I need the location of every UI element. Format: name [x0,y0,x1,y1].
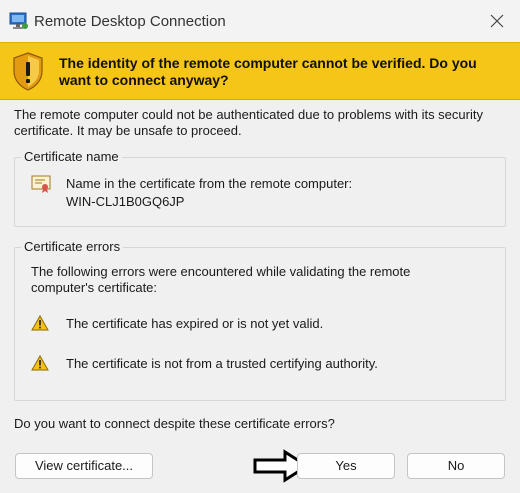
group-label: Certificate name [21,149,122,164]
remote-desktop-icon [9,12,28,29]
warning-icon [31,315,49,331]
certificate-errors-group: Certificate errors The following errors … [14,239,506,401]
warning-icon [31,355,49,371]
close-icon [490,14,504,28]
connect-question: Do you want to connect despite these cer… [14,416,335,431]
shield-warning-icon [13,52,43,91]
certificate-name-value: WIN-CLJ1B0GQ6JP [66,194,185,209]
group-label: Certificate errors [21,239,124,254]
banner-message: The identity of the remote computer cann… [59,55,477,88]
warning-banner: The identity of the remote computer cann… [0,42,520,100]
errors-intro: The following errors were encountered wh… [31,264,411,295]
no-button[interactable]: No [407,453,505,479]
certificate-name-label: Name in the certificate from the remote … [66,176,353,191]
close-button[interactable] [474,0,520,42]
title-bar: Remote Desktop Connection [0,0,520,42]
certificate-name-group: Certificate name Name in the certificate… [14,149,506,227]
intro-text: The remote computer could not be authent… [14,107,483,138]
yes-button[interactable]: Yes [297,453,395,479]
window-title: Remote Desktop Connection [34,13,226,30]
view-certificate-button[interactable]: View certificate... [15,453,153,479]
certificate-icon [31,175,51,193]
error-item: The certificate is not from a trusted ce… [66,356,378,371]
error-item: The certificate has expired or is not ye… [66,316,324,331]
